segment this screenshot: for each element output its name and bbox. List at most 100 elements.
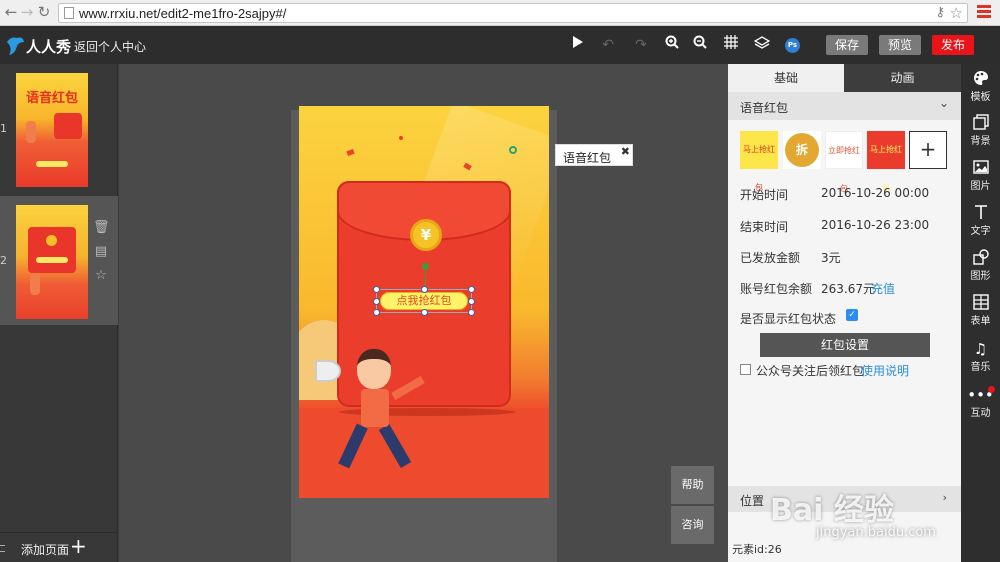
close-icon[interactable]: ✖ [621, 145, 630, 158]
confetti [509, 146, 517, 154]
rail-label: 图片 [970, 181, 991, 192]
back-to-profile-link[interactable]: 返回个人中心 [74, 38, 146, 55]
baidu-watermark: Bai 经验 [770, 493, 894, 528]
help-button[interactable]: 帮助 [671, 466, 714, 504]
resize-handle[interactable] [421, 286, 428, 293]
page-number: 2 [0, 254, 7, 267]
resize-handle[interactable] [421, 309, 428, 316]
form-icon [961, 294, 1000, 312]
grab-red-envelope-button[interactable]: 点我抢红包 [380, 292, 468, 310]
key-icon[interactable]: ⚷ [935, 5, 945, 20]
element-id: 元素id:26 [732, 543, 782, 556]
rail-text[interactable]: 文字 [961, 204, 1000, 237]
notification-dot [988, 386, 995, 393]
yuan-coin-icon: ¥ [410, 219, 442, 251]
follow-checkbox[interactable] [740, 364, 751, 375]
save-button[interactable]: 保存 [826, 35, 868, 55]
photoshop-icon[interactable]: Ps [785, 38, 800, 53]
resize-handle[interactable] [373, 298, 380, 305]
logo-bird-icon [7, 37, 24, 55]
style-option-2[interactable]: 拆 [783, 131, 821, 169]
page-thumbnail-1[interactable]: 语音红包 [16, 73, 88, 187]
redo-icon[interactable]: ↷ [631, 35, 651, 55]
style-option-1[interactable]: 马上抢红包 [740, 131, 778, 192]
rail-image[interactable]: 图片 [961, 159, 1000, 192]
style-option-3[interactable]: 立即抢红包 [825, 131, 863, 193]
add-page-label[interactable]: 添加页面 [21, 541, 69, 558]
selected-element-frame[interactable]: 点我抢红包 [373, 286, 475, 316]
bookmark-star-icon[interactable]: ☆ [950, 4, 963, 22]
thumbnail-envelope [28, 227, 76, 273]
envelope-settings-button[interactable]: 红包设置 [760, 333, 930, 357]
address-bar[interactable]: www.rrxiu.net/edit2-me1fro-2sajpy#/ ⚷ ☆ [58, 3, 968, 23]
show-status-checkbox[interactable]: ✓ [846, 309, 858, 321]
instructions-link[interactable]: 使用说明 [861, 362, 909, 379]
add-page-plus-icon[interactable]: + [70, 534, 87, 558]
preview-button[interactable]: 预览 [879, 35, 921, 55]
rail-music[interactable]: ♫ 音乐 [961, 340, 1000, 373]
start-time-label: 开始时间 [740, 188, 789, 202]
chevron-right-icon[interactable]: › [943, 491, 947, 504]
rotate-handle-line [425, 268, 426, 288]
editor-canvas[interactable]: ¥ 点我抢红包 语音红包 ✖ 帮助 咨询 [119, 64, 728, 562]
resize-handle[interactable] [468, 298, 475, 305]
app-header: 人人秀 返回个人中心 ↶ ↷ Ps 保存 预览 发布 [0, 26, 1000, 64]
forward-arrow-icon[interactable]: → [18, 3, 36, 21]
url-text: www.rrxiu.net/edit2-me1fro-2sajpy#/ [79, 6, 287, 21]
confetti [346, 148, 355, 157]
rotate-handle[interactable] [422, 263, 429, 270]
phone-page[interactable]: ¥ 点我抢红包 [299, 106, 549, 498]
rail-form[interactable]: 表单 [961, 294, 1000, 327]
reload-icon[interactable]: ↻ [35, 3, 53, 21]
rail-interaction[interactable]: ••• 互动 [961, 386, 1000, 419]
consult-button[interactable]: 咨询 [671, 506, 714, 544]
rail-template[interactable]: 模板 [961, 70, 1000, 103]
undo-icon[interactable]: ↶ [598, 35, 618, 55]
music-icon: ♫ [973, 340, 988, 358]
thumbnail-coin [46, 235, 57, 246]
resize-handle[interactable] [468, 309, 475, 316]
resize-handle[interactable] [373, 309, 380, 316]
zoom-in-icon[interactable] [662, 35, 682, 55]
zoom-out-icon[interactable] [690, 35, 710, 55]
play-icon[interactable] [568, 35, 588, 55]
rail-shape[interactable]: 图形 [961, 249, 1000, 282]
background-icon [961, 114, 1000, 132]
end-time-label: 结束时间 [740, 220, 789, 234]
browser-menu-icon[interactable] [977, 5, 991, 21]
add-style-button[interactable]: + [909, 131, 947, 169]
rail-label: 背景 [970, 136, 991, 147]
star-page-icon[interactable]: ☆ [93, 264, 109, 288]
resize-handle[interactable] [373, 286, 380, 293]
style-option-4[interactable]: 马上抢红包 [867, 131, 905, 192]
end-time-value[interactable]: 2016-10-26 23:00 [821, 218, 929, 232]
rail-label: 互动 [970, 408, 991, 419]
publish-button[interactable]: 发布 [932, 35, 974, 55]
rail-background[interactable]: 背景 [961, 114, 1000, 147]
rail-label: 图形 [970, 271, 991, 282]
character-body [361, 389, 389, 427]
page-item-selected[interactable]: 2 🗑 ▤ ☆ [0, 196, 118, 325]
resize-handle[interactable] [468, 286, 475, 293]
layers-icon[interactable] [752, 35, 772, 55]
tab-animation[interactable]: 动画 [844, 64, 961, 92]
component-rail: 模板 背景 图片 文字 图形 表单 ♫ 音乐 ••• 互动 [961, 64, 1000, 562]
image-icon [961, 159, 1000, 177]
section-header[interactable]: 语音红包 ⌄ [728, 92, 961, 120]
page-thumbnail-2[interactable] [16, 205, 88, 319]
issued-amount-label: 已发放金额 [740, 251, 801, 265]
element-label-popup: 语音红包 ✖ [555, 144, 633, 166]
delete-page-icon[interactable]: 🗑 [93, 216, 110, 240]
tab-basic[interactable]: 基础 [728, 64, 844, 92]
background-ground [299, 408, 549, 498]
recharge-link[interactable]: 充值 [871, 280, 895, 297]
baidu-watermark-url: jingyan.baidu.com [816, 525, 936, 540]
start-time-value[interactable]: 2016-10-26 00:00 [821, 186, 929, 200]
thumbnail-title: 语音红包 [26, 91, 79, 106]
chevron-down-icon[interactable]: ⌄ [939, 96, 949, 110]
copy-page-icon[interactable]: ▤ [93, 240, 109, 264]
browser-toolbar: ← → ↻ www.rrxiu.net/edit2-me1fro-2sajpy#… [0, 0, 1000, 26]
add-page-bar[interactable]: 添加页面 + [0, 532, 118, 562]
grid-icon[interactable] [721, 35, 741, 55]
logo-text[interactable]: 人人秀 [26, 36, 71, 57]
